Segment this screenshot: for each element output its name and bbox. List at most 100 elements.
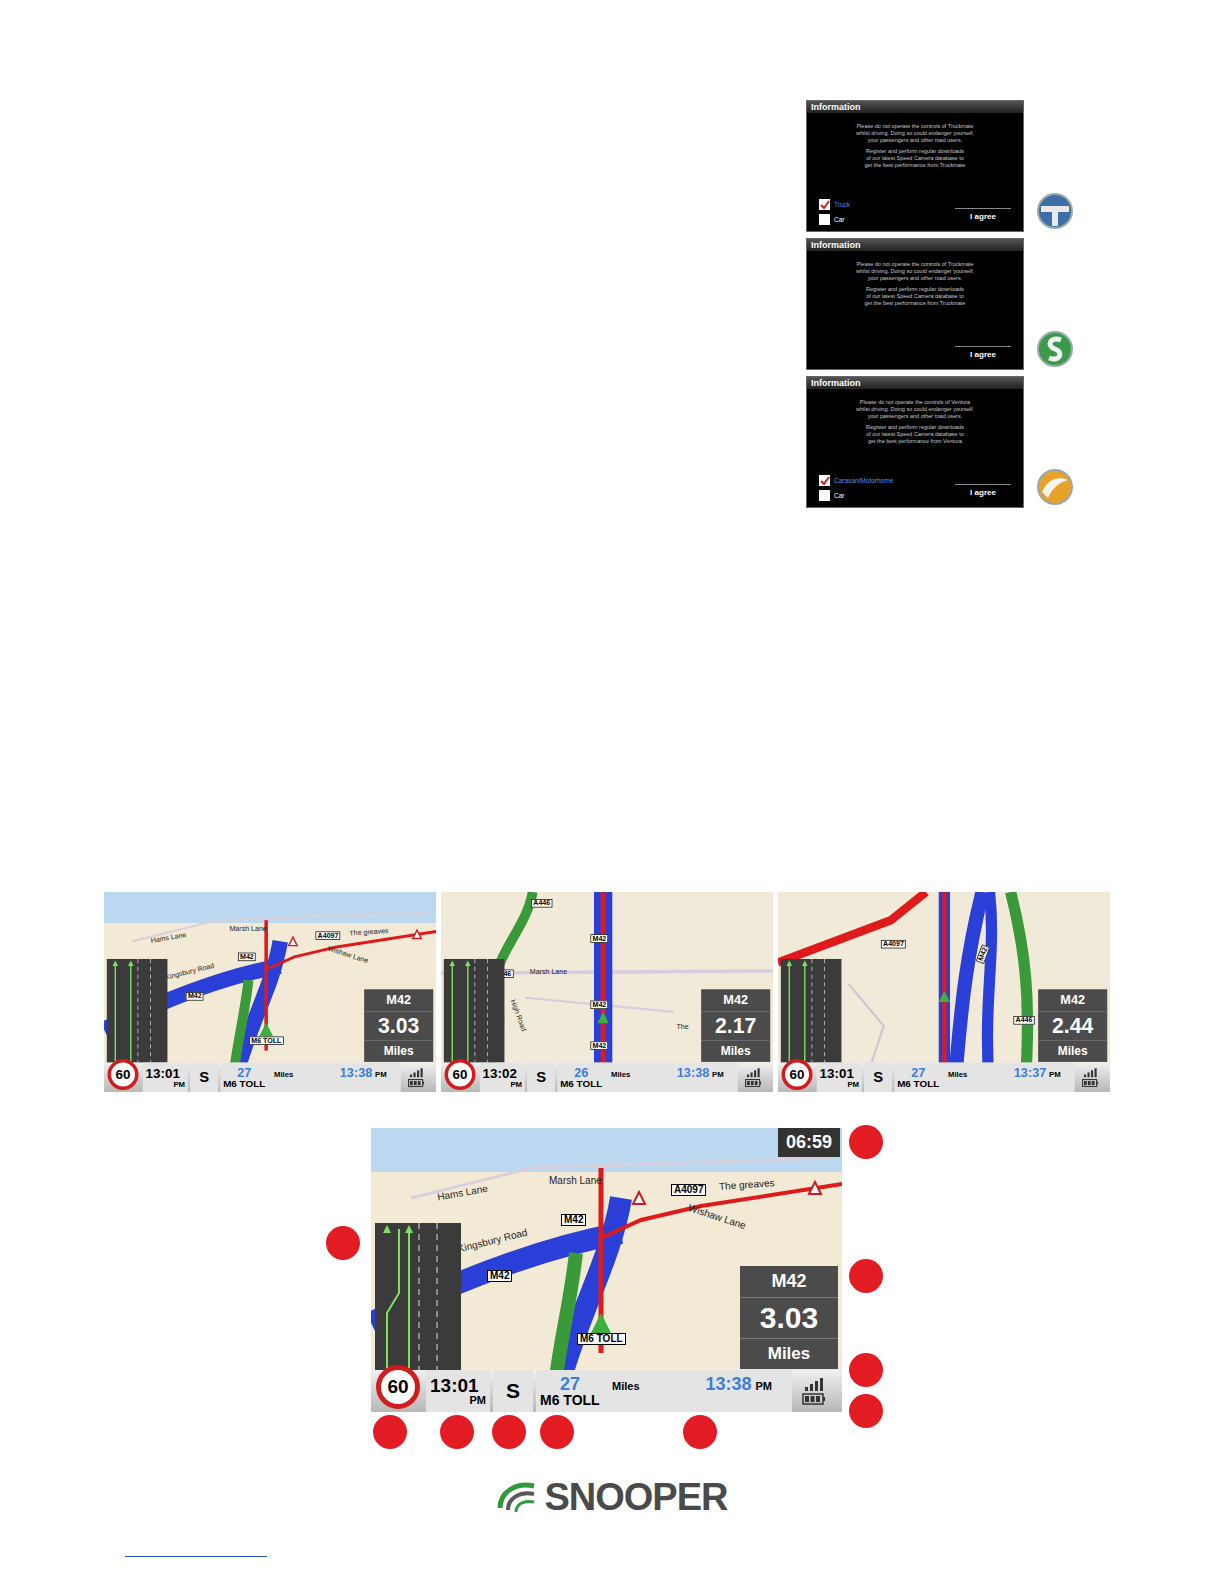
check-icon bbox=[820, 476, 830, 486]
map-label: M42 bbox=[238, 953, 256, 961]
dialog-body: Please do not operate the controls of Tr… bbox=[807, 261, 1023, 307]
next-road: M42 bbox=[1060, 989, 1085, 1011]
manual-page: Information Please do not operate the con… bbox=[0, 0, 1224, 1584]
dialog-row: Information Please do not operate the con… bbox=[806, 376, 1074, 508]
map-label: Hams Lane bbox=[437, 1184, 489, 1203]
map-thumbnail: A4097M42A446M422.44Miles6013:01PMS27Mile… bbox=[778, 892, 1110, 1092]
vehicle-option[interactable]: Caravan/Motorhome bbox=[819, 475, 893, 486]
speed-limit: 60 bbox=[373, 1370, 423, 1412]
callout-marker bbox=[849, 1259, 883, 1293]
lane-guidance bbox=[375, 1223, 461, 1370]
callout-marker bbox=[373, 1415, 407, 1449]
next-road-box: M423.03Miles bbox=[364, 989, 433, 1061]
dialog-body: Please do not operate the controls of Tr… bbox=[807, 123, 1023, 169]
map-label: M42 bbox=[186, 992, 204, 1000]
speed-limit: 60 bbox=[105, 1063, 140, 1092]
distance-unit: Miles bbox=[768, 1339, 811, 1369]
current-time: 13:01PM bbox=[143, 1063, 188, 1092]
callout-marker bbox=[849, 1353, 883, 1387]
battery-icon bbox=[1082, 1079, 1099, 1087]
footer-link-line bbox=[125, 1556, 267, 1557]
checkbox[interactable] bbox=[819, 490, 830, 501]
callout-marker bbox=[440, 1415, 474, 1449]
lane-guidance bbox=[107, 959, 168, 1063]
next-distance: 2.44 bbox=[1038, 1011, 1107, 1041]
route-info: 27Miles13:37PMM6 TOLL bbox=[894, 1063, 1074, 1092]
battery-icon bbox=[745, 1079, 762, 1087]
status-bar: 6013:02PMS26Miles13:38PMM6 TOLL bbox=[441, 1063, 773, 1092]
callout-marker bbox=[492, 1415, 526, 1449]
callout-marker bbox=[540, 1415, 574, 1449]
heading: S bbox=[190, 1063, 218, 1092]
dialog-body: Please do not operate the controls of Ve… bbox=[807, 399, 1023, 445]
battery-icon bbox=[408, 1079, 425, 1087]
information-dialog: Information Please do not operate the con… bbox=[806, 376, 1024, 508]
lane-guidance bbox=[444, 959, 505, 1063]
speed-limit: 60 bbox=[442, 1063, 477, 1092]
dialog-row: Information Please do not operate the con… bbox=[806, 238, 1074, 370]
map-label: M6 TOLL bbox=[249, 1037, 283, 1045]
next-road: M42 bbox=[386, 989, 411, 1011]
signal-icon bbox=[409, 1068, 425, 1078]
next-distance: 3.03 bbox=[740, 1297, 838, 1339]
heading: S bbox=[527, 1063, 555, 1092]
device-status bbox=[795, 1370, 833, 1412]
information-dialog: Information Please do not operate the con… bbox=[806, 238, 1024, 370]
vehicle-option[interactable]: Car bbox=[819, 214, 850, 225]
next-road: M42 bbox=[771, 1266, 806, 1297]
device-status bbox=[740, 1063, 767, 1092]
map-label: The bbox=[676, 1023, 688, 1030]
map-label: M42 bbox=[590, 1041, 608, 1049]
lane-arrows-icon bbox=[444, 959, 505, 1063]
vehicle-options: Truck Car bbox=[819, 199, 850, 225]
current-time: 13:02PM bbox=[480, 1063, 525, 1092]
map-label: Wishaw Lane bbox=[687, 1203, 747, 1231]
vehicle-option[interactable]: Truck bbox=[819, 199, 850, 210]
route-info: 27Miles13:38PMM6 TOLL bbox=[536, 1370, 792, 1412]
signal-icon bbox=[803, 1377, 825, 1391]
map-screen: Hams LaneMarsh LaneA4097The greavesWisha… bbox=[371, 1128, 842, 1412]
annotated-map: Hams LaneMarsh LaneA4097The greavesWisha… bbox=[371, 1128, 842, 1412]
snooper-logo: SNOOPER bbox=[0, 1478, 1224, 1516]
snooper-swoosh-icon bbox=[496, 1478, 540, 1516]
next-road-box: M422.44Miles bbox=[1038, 989, 1107, 1061]
truckmate-logo-icon bbox=[1036, 192, 1074, 230]
lane-arrows-icon bbox=[107, 959, 168, 1063]
clock: 06:59 bbox=[778, 1128, 840, 1157]
status-bar: 6013:01PMS27Miles13:37PMM6 TOLL bbox=[778, 1063, 1110, 1092]
map-label: The greaves bbox=[349, 927, 389, 937]
ventura-logo-icon bbox=[1036, 468, 1074, 506]
map-label: M42 bbox=[590, 1001, 608, 1009]
next-distance: 2.17 bbox=[701, 1011, 770, 1041]
callout-marker bbox=[683, 1415, 717, 1449]
map-thumbnail: Hams LaneMarsh LaneA4097The greavesWisha… bbox=[104, 892, 436, 1092]
vehicle-options: Caravan/Motorhome Car bbox=[819, 475, 893, 501]
device-status bbox=[403, 1063, 430, 1092]
map-label: Marsh Lane bbox=[530, 968, 567, 975]
dialog-title: Information bbox=[807, 239, 1023, 251]
device-status bbox=[1077, 1063, 1104, 1092]
information-dialog: InformationPlease do not operate the con… bbox=[806, 100, 1024, 232]
dialog-row: InformationPlease do not operate the con… bbox=[806, 100, 1074, 232]
agree-button[interactable]: I agree bbox=[955, 208, 1011, 225]
map-label: M6 TOLL bbox=[577, 1333, 626, 1345]
dialog-title: Information bbox=[807, 377, 1023, 389]
signal-icon bbox=[1083, 1068, 1099, 1078]
vehicle-option[interactable]: Car bbox=[819, 490, 893, 501]
map-label: The greaves bbox=[719, 1178, 775, 1192]
checkbox[interactable] bbox=[819, 214, 830, 225]
current-time: 13:01PM bbox=[817, 1063, 862, 1092]
agree-button[interactable]: I agree bbox=[955, 484, 1011, 501]
lane-arrows-icon bbox=[781, 959, 842, 1063]
checkbox[interactable] bbox=[819, 199, 830, 210]
agree-button[interactable]: I agree bbox=[955, 346, 1011, 363]
status-bar: 6013:01PMS27Miles13:38PMM6 TOLL bbox=[371, 1370, 842, 1412]
map-label: Hams Lane bbox=[150, 931, 187, 944]
checkbox[interactable] bbox=[819, 475, 830, 486]
distance-unit: Miles bbox=[1058, 1041, 1088, 1062]
callout-marker bbox=[326, 1226, 360, 1260]
route-info: 26Miles13:38PMM6 TOLL bbox=[557, 1063, 737, 1092]
map-label: Marsh Lane bbox=[229, 926, 266, 933]
map-screen: A4097M42A446M422.44Miles6013:01PMS27Mile… bbox=[778, 892, 1110, 1092]
map-screen: Hams LaneMarsh LaneA4097The greavesWisha… bbox=[104, 892, 436, 1092]
